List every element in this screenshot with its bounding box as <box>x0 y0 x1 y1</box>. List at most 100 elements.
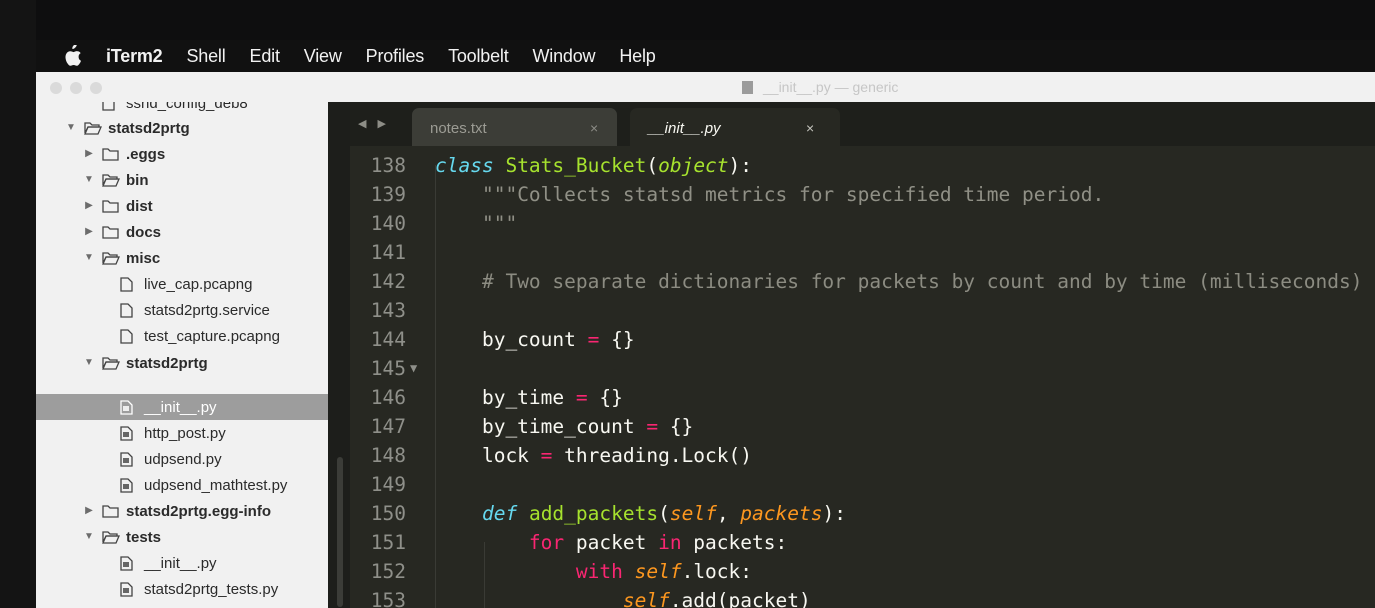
tree-item-label: test_capture.pcapng <box>144 327 280 345</box>
tree-file-row[interactable]: http_post.py <box>36 420 328 446</box>
code-text: def add_packets(self, packets): <box>435 499 846 528</box>
disclosure-collapsed-icon[interactable]: ▶ <box>84 200 94 211</box>
code-line[interactable]: 151 for packet in packets: <box>350 528 1375 557</box>
code-token: ): <box>728 154 753 177</box>
menu-item-profiles[interactable]: Profiles <box>366 46 425 67</box>
line-number: 143 <box>370 299 406 322</box>
code-line[interactable]: 146 by_time = {} <box>350 383 1375 412</box>
window-title-bar[interactable]: __init__.py — generic <box>36 72 1375 102</box>
disclosure-expanded-icon[interactable]: ▼ <box>84 174 94 185</box>
code-token: add_packets <box>528 502 659 525</box>
tree-file-row[interactable]: statsd2prtg.service <box>36 297 328 323</box>
menu-item-shell[interactable]: Shell <box>187 46 226 67</box>
code-line[interactable]: 143 <box>350 296 1375 325</box>
code-line[interactable]: 147 by_time_count = {} <box>350 412 1375 441</box>
code-line[interactable]: 152 with self.lock: <box>350 557 1375 586</box>
tree-folder-row[interactable]: ▶ docs <box>36 219 328 245</box>
code-editor: ◀ ▶ notes.txt × __init__.py × 138 class S… <box>350 102 1375 608</box>
fold-marker-icon[interactable]: ▼ <box>410 354 417 383</box>
menu-item-window[interactable]: Window <box>533 46 596 67</box>
code-line[interactable]: 138 class Stats_Bucket(object): <box>350 151 1375 180</box>
tree-file-row[interactable]: live_cap.pcapng <box>36 271 328 297</box>
line-number: 149 <box>370 473 406 496</box>
code-line[interactable]: 141 <box>350 238 1375 267</box>
file-icon <box>120 277 133 297</box>
tree-file-row[interactable]: udpsend_mathtest.py <box>36 472 328 498</box>
folder-closed-icon <box>102 225 120 244</box>
menu-item-toolbelt[interactable]: Toolbelt <box>448 46 509 67</box>
close-tab-icon[interactable]: × <box>806 120 814 136</box>
line-number: 148 <box>370 444 406 467</box>
tree-item-label: dist <box>126 197 153 215</box>
tree-file-row[interactable]: test_capture.pcapng <box>36 323 328 349</box>
tree-file-row[interactable]: udpsend.py <box>36 446 328 472</box>
tree-item-label: udpsend.py <box>144 450 222 468</box>
menu-item-edit[interactable]: Edit <box>250 46 280 67</box>
code-line[interactable]: 149 <box>350 470 1375 499</box>
tree-file-row[interactable]: __init__.py <box>36 550 328 576</box>
window-title: __init__.py — generic <box>742 79 898 95</box>
close-tab-icon[interactable]: × <box>590 120 598 136</box>
code-line[interactable]: 145 ▼ <box>350 354 1375 383</box>
line-number: 150 <box>370 502 406 525</box>
minimize-window-button[interactable] <box>70 82 82 94</box>
code-token: packet <box>564 531 659 554</box>
line-number: 139 <box>370 183 406 206</box>
tree-folder-row[interactable]: ▼ statsd2prtg <box>36 350 328 376</box>
monitor-bezel-top <box>0 0 1375 40</box>
tree-folder-row[interactable]: ▼ statsd2prtg <box>36 115 328 141</box>
disclosure-collapsed-icon[interactable]: ▶ <box>84 148 94 159</box>
code-line[interactable]: 140 """ <box>350 209 1375 238</box>
code-line[interactable]: 148 lock = threading.Lock() <box>350 441 1375 470</box>
tree-folder-row[interactable]: ▶ .eggs <box>36 141 328 167</box>
disclosure-collapsed-icon[interactable]: ▶ <box>84 226 94 237</box>
disclosure-collapsed-icon[interactable]: ▶ <box>84 505 94 516</box>
code-line[interactable]: 150 def add_packets(self, packets): <box>350 499 1375 528</box>
tree-folder-row[interactable]: ▶ dist <box>36 193 328 219</box>
sidebar-scrollbar-thumb[interactable] <box>337 457 343 607</box>
close-window-button[interactable] <box>50 82 62 94</box>
tab-notes-txt[interactable]: notes.txt × <box>412 108 617 146</box>
document-icon <box>742 80 753 94</box>
tab-nav-arrows-icon[interactable]: ◀ ▶ <box>358 117 390 130</box>
tree-folder-row[interactable]: ▼ misc <box>36 245 328 271</box>
code-text: with self.lock: <box>435 557 752 586</box>
folder-closed-icon <box>102 504 120 523</box>
tree-file-row[interactable]: sshd_config_deb8 <box>36 102 328 116</box>
code-line[interactable]: 144 by_count = {} <box>350 325 1375 354</box>
zoom-window-button[interactable] <box>90 82 102 94</box>
tree-folder-row[interactable]: ▼ bin <box>36 167 328 193</box>
menu-item-iterm2[interactable]: iTerm2 <box>106 46 163 67</box>
disclosure-expanded-icon[interactable]: ▼ <box>66 122 76 133</box>
code-text: lock = threading.Lock() <box>435 441 752 470</box>
folder-open-icon <box>84 121 102 140</box>
tab-init-py[interactable]: __init__.py × <box>630 108 840 146</box>
code-text: # Two separate dictionaries for packets … <box>435 267 1363 296</box>
disclosure-expanded-icon[interactable]: ▼ <box>84 531 94 542</box>
code-token: = <box>587 328 600 351</box>
code-text: by_count = {} <box>435 325 635 354</box>
tree-folder-row[interactable]: ▼ tests <box>36 524 328 550</box>
sidebar-scrollbar[interactable] <box>328 102 350 608</box>
disclosure-expanded-icon[interactable]: ▼ <box>84 252 94 263</box>
menu-item-view[interactable]: View <box>304 46 342 67</box>
code-token: packets <box>740 502 823 525</box>
code-line[interactable]: 139 """Collects statsd metrics for speci… <box>350 180 1375 209</box>
code-token: = <box>646 415 659 438</box>
apple-logo-icon[interactable] <box>62 44 84 68</box>
disclosure-expanded-icon[interactable]: ▼ <box>84 357 94 368</box>
code-area[interactable]: 138 class Stats_Bucket(object): 139 """Col… <box>350 146 1375 608</box>
code-line[interactable]: 153 self.add(packet) <box>350 586 1375 608</box>
menu-item-help[interactable]: Help <box>619 46 655 67</box>
tree-item-label: http_post.py <box>144 424 226 442</box>
tree-file-row[interactable]: statsd2prtg_tests.py <box>36 576 328 602</box>
code-line[interactable]: 142 # Two separate dictionaries for pack… <box>350 267 1375 296</box>
tree-item-label: bin <box>126 171 149 189</box>
code-token: {} <box>599 328 635 351</box>
tree-folder-row[interactable]: ▶ statsd2prtg.egg-info <box>36 498 328 524</box>
tree-file-row[interactable]: __init__.py <box>36 394 328 420</box>
